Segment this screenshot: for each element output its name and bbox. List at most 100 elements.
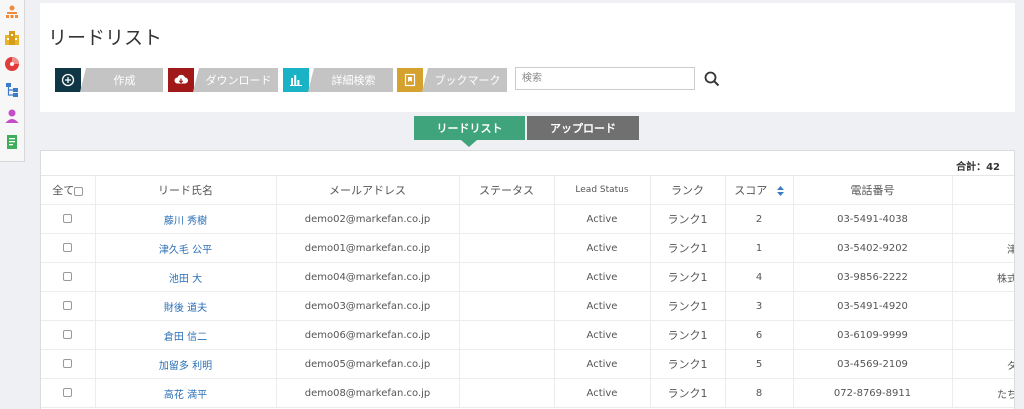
table-row[interactable]: 津久毛 公平 demo01@markefan.co.jp Active ランク1 1 03… — [41, 233, 1014, 263]
bookmark-icon — [397, 68, 423, 92]
lead-name-link[interactable]: 高花 満平 — [164, 390, 207, 401]
lead-status-cell: Active — [553, 349, 650, 379]
lead-table-panel: 合計：42 全て リード氏名 メールアドレス ステータス Lead Status… — [40, 150, 1015, 409]
row-select-cell — [41, 204, 95, 234]
table-row[interactable]: 藤川 秀樹 demo02@markefan.co.jp Active ランク1 2 03-… — [41, 204, 1014, 234]
column-header-company[interactable] — [951, 175, 1014, 205]
column-header-phone[interactable]: 電話番号 — [792, 175, 952, 205]
row-checkbox[interactable] — [63, 272, 73, 281]
column-header-email[interactable]: メールアドレス — [275, 175, 459, 205]
lead-status-cell: Active — [553, 262, 650, 292]
lead-name-link[interactable]: 倉田 信二 — [164, 332, 207, 343]
row-checkbox[interactable] — [63, 214, 73, 223]
row-checkbox[interactable] — [63, 330, 73, 339]
status-cell — [458, 378, 554, 408]
email-cell: demo06@markefan.co.jp — [275, 320, 459, 350]
lead-table: 全て リード氏名 メールアドレス ステータス Lead Status ランク ス… — [41, 175, 1014, 408]
lead-name-link[interactable]: 財後 道夫 — [164, 303, 207, 314]
email-cell: demo02@markefan.co.jp — [275, 204, 459, 234]
sort-icon[interactable] — [776, 186, 784, 196]
phone-cell: 03-4569-2109 — [792, 349, 952, 379]
lead-status-cell: Active — [553, 291, 650, 321]
select-all-checkbox[interactable] — [74, 186, 84, 196]
lead-name-cell: 池田 大 — [94, 262, 276, 292]
lead-name-cell: 高花 満平 — [94, 378, 276, 408]
column-header-name[interactable]: リード氏名 — [94, 175, 276, 205]
table-row[interactable]: 財後 道夫 demo03@markefan.co.jp Active ランク1 3 03-… — [41, 291, 1014, 321]
header-panel: リードリスト 作成 ダウンロード 詳細検索 ブックマーク — [40, 3, 1015, 112]
company-cell: ダイド — [951, 349, 1014, 379]
table-row[interactable]: 池田 大 demo04@markefan.co.jp Active ランク1 4 03-9… — [41, 262, 1014, 292]
lead-status-cell: Active — [553, 233, 650, 263]
sidebar-pie-chart-icon[interactable] — [4, 56, 20, 72]
row-checkbox[interactable] — [63, 243, 73, 252]
rank-cell: ランク1 — [649, 320, 725, 350]
score-cell: 1 — [724, 233, 793, 263]
score-cell: 2 — [724, 204, 793, 234]
lead-name-link[interactable]: 加留多 利明 — [159, 361, 212, 372]
row-select-cell — [41, 233, 95, 263]
plus-circle-icon — [55, 68, 81, 92]
table-row[interactable]: 高花 満平 demo08@markefan.co.jp Active ランク1 8 072… — [41, 378, 1014, 408]
sidebar-user-icon[interactable] — [4, 108, 20, 124]
sidebar-hierarchy-icon[interactable] — [4, 82, 20, 98]
email-cell: demo05@markefan.co.jp — [275, 349, 459, 379]
company-cell: 山谷 — [951, 320, 1014, 350]
tab-lead-list[interactable]: リードリスト — [414, 116, 525, 147]
row-select-cell — [41, 320, 95, 350]
column-header-lead-status[interactable]: Lead Status — [553, 175, 650, 205]
sidebar-org-icon[interactable] — [4, 4, 20, 20]
phone-cell: 03-9856-2222 — [792, 262, 952, 292]
advanced-search-button[interactable]: 詳細検索 — [283, 68, 393, 92]
lead-name-link[interactable]: 池田 大 — [169, 274, 202, 285]
sidebar-document-icon[interactable] — [4, 134, 20, 150]
lead-name-cell: 藤川 秀樹 — [94, 204, 276, 234]
email-cell: demo08@markefan.co.jp — [275, 378, 459, 408]
row-checkbox[interactable] — [63, 359, 73, 368]
score-cell: 8 — [724, 378, 793, 408]
company-cell: たちばな — [951, 378, 1014, 408]
phone-cell: 03-5491-4920 — [792, 291, 952, 321]
bookmark-button[interactable]: ブックマーク — [397, 68, 507, 92]
phone-cell: 072-8769-8911 — [792, 378, 952, 408]
lead-name-cell: 倉田 信二 — [94, 320, 276, 350]
email-cell: demo03@markefan.co.jp — [275, 291, 459, 321]
row-checkbox[interactable] — [63, 301, 73, 310]
total-count: 合計：42 — [956, 162, 1000, 173]
lead-status-cell: Active — [553, 378, 650, 408]
score-cell: 4 — [724, 262, 793, 292]
status-cell — [458, 204, 554, 234]
status-cell — [458, 262, 554, 292]
row-select-cell — [41, 349, 95, 379]
download-button[interactable]: ダウンロード — [168, 68, 278, 92]
download-button-label: ダウンロード — [193, 68, 278, 92]
row-checkbox[interactable] — [63, 388, 73, 397]
column-header-score[interactable]: スコア — [724, 175, 793, 205]
table-row[interactable]: 倉田 信二 demo06@markefan.co.jp Active ランク1 6 03-… — [41, 320, 1014, 350]
sidebar — [0, 0, 25, 162]
lead-name-cell: 財後 道夫 — [94, 291, 276, 321]
create-button[interactable]: 作成 — [55, 68, 163, 92]
status-cell — [458, 320, 554, 350]
cloud-download-icon — [168, 68, 194, 92]
search-icon[interactable] — [703, 70, 721, 88]
lead-status-cell: Active — [553, 320, 650, 350]
sidebar-building-icon[interactable] — [4, 30, 20, 46]
bookmark-button-label: ブックマーク — [422, 68, 507, 92]
tab-upload[interactable]: アップロード — [527, 116, 639, 140]
column-header-rank[interactable]: ランク — [649, 175, 725, 205]
lead-name-link[interactable]: 藤川 秀樹 — [164, 216, 207, 227]
column-header-score-label: スコア — [734, 184, 768, 197]
score-cell: 3 — [724, 291, 793, 321]
select-all-label: 全て — [52, 184, 75, 197]
score-cell: 6 — [724, 320, 793, 350]
search-input[interactable] — [515, 67, 695, 90]
page-title: リードリスト — [48, 27, 163, 49]
lead-name-cell: 加留多 利明 — [94, 349, 276, 379]
column-header-status[interactable]: ステータス — [458, 175, 554, 205]
email-cell: demo04@markefan.co.jp — [275, 262, 459, 292]
select-all-header: 全て — [41, 175, 95, 205]
status-cell — [458, 349, 554, 379]
table-row[interactable]: 加留多 利明 demo05@markefan.co.jp Active ランク1 5 03… — [41, 349, 1014, 379]
lead-name-link[interactable]: 津久毛 公平 — [159, 245, 212, 256]
